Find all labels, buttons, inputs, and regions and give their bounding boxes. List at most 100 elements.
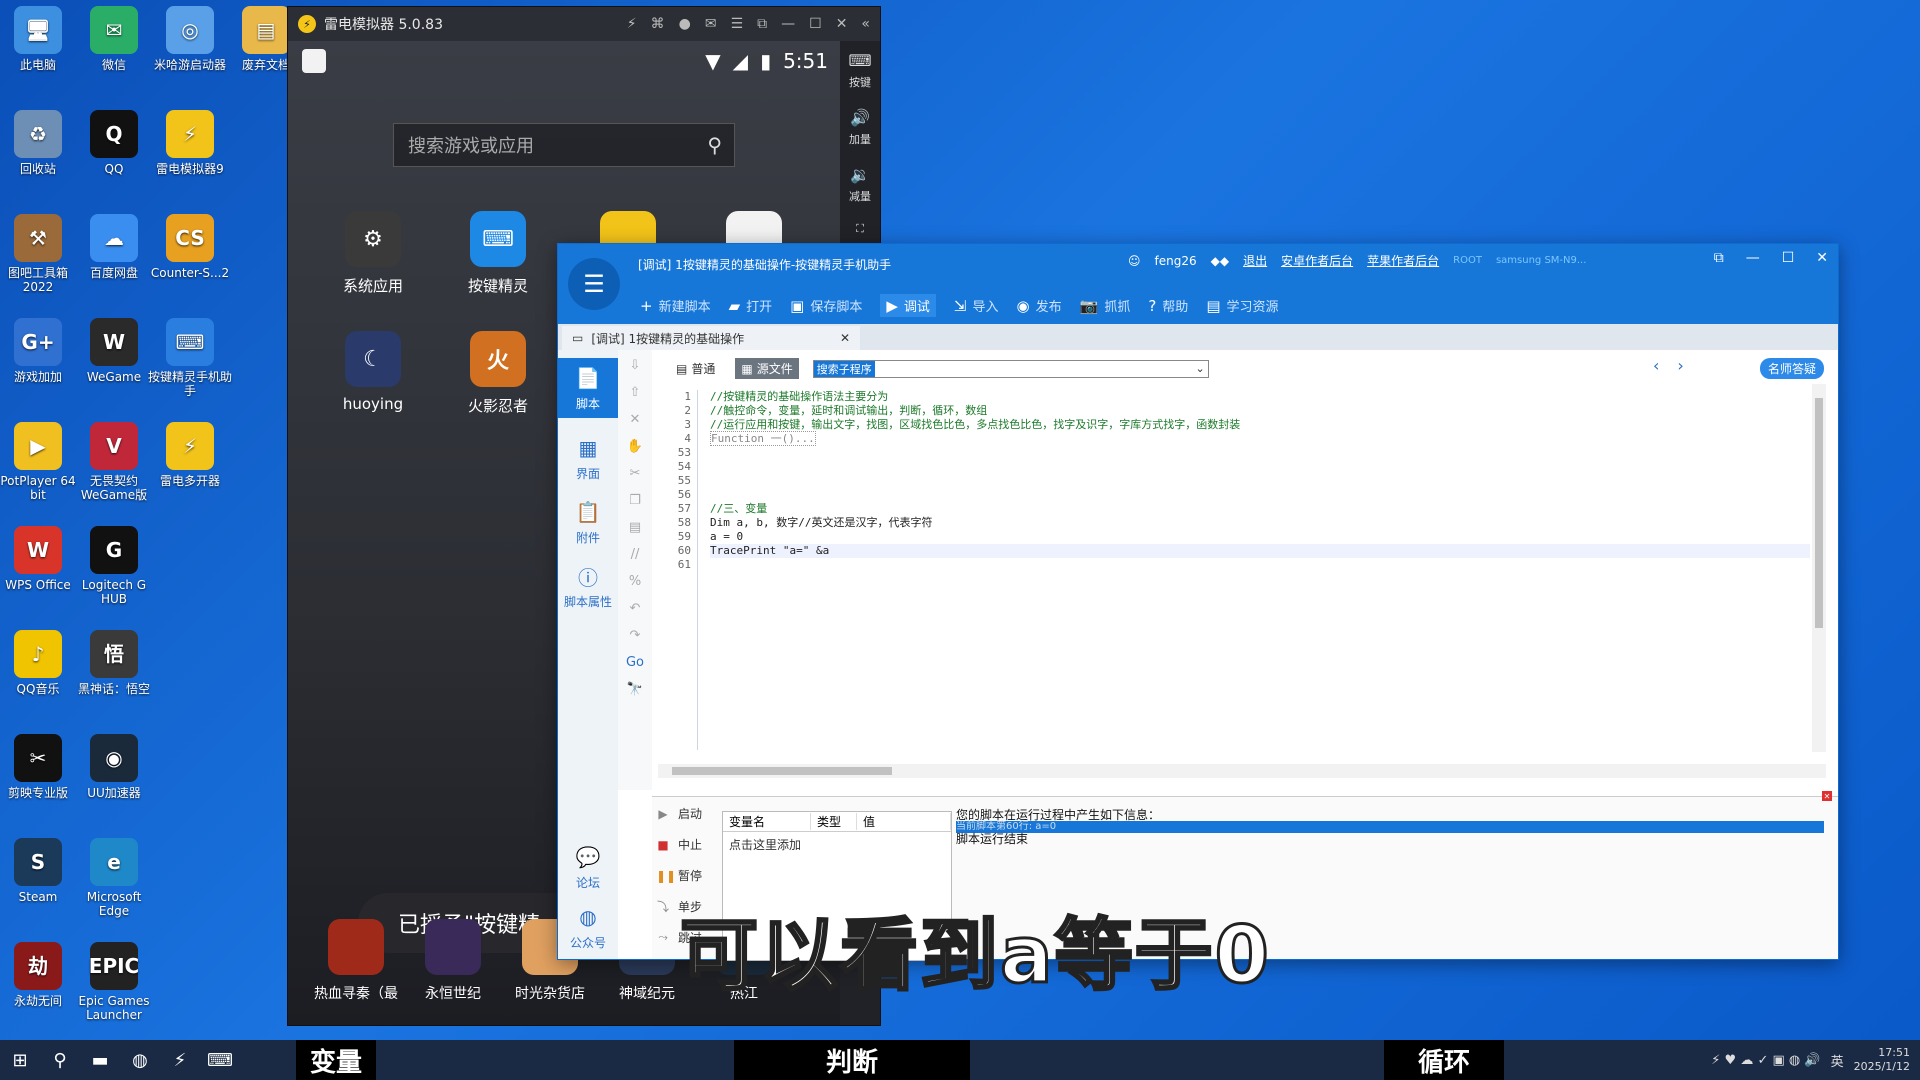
toolbar-button[interactable]: ▤ 学习资源 (1206, 296, 1278, 316)
desktop-icon[interactable]: W WeGame (72, 318, 156, 384)
toolbar-button[interactable]: ? 帮助 (1148, 296, 1188, 316)
left-nav-item[interactable]: 💬 论坛 (570, 843, 606, 891)
android-app-icon[interactable]: ☾ huoying (323, 331, 423, 413)
toolbar-button[interactable]: 📷 抓抓 (1080, 296, 1131, 316)
search-icon[interactable]: ⚲ (707, 133, 722, 157)
copy-icon[interactable]: ❐ (629, 493, 641, 508)
code-line[interactable]: //按键精灵的基础操作语法主要分为 (710, 390, 1810, 404)
desktop-icon[interactable]: ✉ 微信 (72, 6, 156, 72)
desktop-icon[interactable]: ☁ 百度网盘 (72, 214, 156, 280)
desktop-icon[interactable]: ◎ 米哈游启动器 (148, 6, 232, 72)
arrow-down-icon[interactable]: ⇩ (630, 358, 641, 373)
code-line[interactable]: //三、变量 (710, 502, 1810, 516)
paste-icon[interactable]: ▤ (629, 520, 641, 535)
forward-icon[interactable]: › (1677, 356, 1683, 375)
desktop-icon[interactable]: ⚡ 雷电模拟器9 (148, 110, 232, 176)
desktop-icon[interactable]: CS Counter-S...2 (148, 214, 232, 280)
start-icon[interactable]: ⊞ (0, 1040, 40, 1080)
code-line[interactable]: Function 一()... (710, 431, 1810, 446)
add-variable-row[interactable]: 点击这里添加 (723, 832, 951, 857)
desktop-icon[interactable]: V 无畏契约WeGame版 (72, 422, 156, 502)
desktop-icon[interactable]: EPIC Epic Games Launcher (72, 942, 156, 1022)
cut-icon[interactable]: ✂ (630, 466, 641, 481)
file-explorer-icon[interactable]: ▬ (80, 1040, 120, 1080)
emulator-taskbar-icon[interactable]: ⚡ (160, 1040, 200, 1080)
script-editor-taskbar-icon[interactable]: ⌨ (200, 1040, 240, 1080)
code-text[interactable]: //按键精灵的基础操作语法主要分为//触控命令，变量，延时和调试输出，判断，循环… (710, 390, 1810, 572)
menu-icon[interactable]: ☰ (731, 16, 744, 32)
restore-icon[interactable]: ⧉ (1714, 250, 1724, 266)
desktop-icon[interactable]: ⚡ 雷电多开器 (148, 422, 232, 488)
emulator-titlebar[interactable]: ⚡ 雷电模拟器 5.0.83 ⚡ ⌘ ● ✉ ☰ ⧉ — ☐ ✕ « (288, 7, 880, 41)
toolbar-button[interactable]: + 新建脚本 (640, 296, 711, 316)
debug-button[interactable]: ■ 中止 (656, 836, 702, 853)
redo-icon[interactable]: ↷ (630, 628, 641, 643)
desktop-icon[interactable]: G+ 游戏加加 (0, 318, 80, 384)
left-nav-item[interactable]: ◍ 公众号 (570, 903, 606, 951)
device-select[interactable]: samsung SM-N9... (1496, 255, 1586, 266)
maximize-icon[interactable]: ☐ (1782, 250, 1795, 266)
left-nav-item[interactable]: 📋 附件 (573, 498, 603, 546)
desktop-icon[interactable]: ▶ PotPlayer 64 bit (0, 422, 80, 502)
goto-icon[interactable]: Go (626, 655, 644, 670)
dock-app[interactable]: 热血寻秦（最 (308, 919, 404, 1003)
toolbar-button[interactable]: ▣ 保存脚本 (790, 296, 862, 316)
toolbar-button[interactable]: ◉ 发布 (1017, 296, 1062, 316)
close-tab-icon[interactable]: ✕ (840, 331, 850, 345)
undo-icon[interactable]: ↶ (630, 601, 641, 616)
code-line[interactable] (710, 460, 1810, 474)
restore-icon[interactable]: ⧉ (757, 16, 767, 32)
subroutine-search-select[interactable]: 搜索子程序 ⌄ (812, 359, 1209, 378)
arrow-up-icon[interactable]: ⇧ (630, 385, 641, 400)
mail-icon[interactable]: ✉ (705, 16, 717, 32)
desktop-icon[interactable]: 🖥 此电脑 (0, 6, 80, 72)
hand-icon[interactable]: ✋ (627, 439, 643, 454)
code-line[interactable]: TracePrint "a=" &a (710, 544, 1810, 558)
code-line[interactable] (710, 474, 1810, 488)
left-nav-item[interactable]: ⓘ 脚本属性 (564, 562, 612, 610)
collapse-icon[interactable]: « (861, 16, 870, 32)
taskbar-clock[interactable]: 17:51 2025/1/12 (1854, 1046, 1910, 1074)
close-icon[interactable]: ✕ (1816, 250, 1828, 266)
code-line[interactable]: a = 0 (710, 530, 1810, 544)
toolbar-button[interactable]: ▰ 打开 (729, 296, 773, 316)
left-nav-item[interactable]: ▦ 界面 (573, 434, 603, 482)
desktop-icon[interactable]: ♪ QQ音乐 (0, 630, 80, 696)
output-highlight-line[interactable]: 当前脚本第60行: a=0 (956, 821, 1824, 833)
code-line[interactable]: //触控命令，变量，延时和调试输出，判断，循环，数组 (710, 404, 1810, 418)
desktop-icon[interactable]: e Microsoft Edge (72, 838, 156, 918)
android-author-link[interactable]: 安卓作者后台 (1281, 252, 1353, 269)
fullscreen-icon[interactable]: ⛶ (856, 222, 864, 236)
horizontal-scrollbar[interactable] (658, 764, 1826, 778)
desktop-icon[interactable]: ✂ 剪映专业版 (0, 734, 80, 800)
search-icon[interactable]: ⚲ (40, 1040, 80, 1080)
desktop-icon[interactable]: 劫永劫无间 (0, 942, 80, 1008)
desktop-icon[interactable]: G Logitech G HUB (72, 526, 156, 606)
android-app-icon[interactable]: 火火影忍者 (448, 331, 548, 416)
emulator-side-button[interactable]: ⌨ 按键 (848, 51, 871, 90)
code-line[interactable]: //运行应用和按键，输出文字，找图，区域找色比色，多点找色比色，找字及识字，字库… (710, 418, 1810, 432)
edge-icon[interactable]: ◍ (120, 1040, 160, 1080)
logout-link[interactable]: 退出 (1243, 252, 1267, 269)
desktop-icon[interactable]: W WPS Office (0, 526, 80, 592)
keyboard-icon[interactable]: ⚡ (627, 16, 637, 32)
scroll-thumb[interactable] (1815, 398, 1823, 628)
close-icon[interactable]: ✕ (836, 16, 848, 32)
main-menu-button[interactable]: ☰ (568, 258, 620, 310)
android-app-icon[interactable]: ⌨ 按键精灵 (448, 211, 548, 296)
ask-teacher-button[interactable]: 名师答疑 (1759, 358, 1824, 379)
tray-icons[interactable]: ⚡ ♥ ☁ ✓ ▣ ◍ 🔊 (1711, 1053, 1820, 1068)
tab-script[interactable]: ▭ [调试] 1按键精灵的基础操作 ✕ (562, 326, 860, 350)
user-icon[interactable]: ● (679, 16, 691, 32)
desktop-icon[interactable]: S Steam (0, 838, 80, 904)
desktop-icon[interactable]: 悟黑神话：悟空 (72, 630, 156, 696)
emulator-side-button[interactable]: 🔉 减量 (849, 165, 871, 204)
comment-icon[interactable]: // (631, 547, 640, 562)
app-search-input[interactable]: 搜索游戏或应用 ⚲ (393, 123, 735, 167)
scroll-thumb[interactable] (672, 767, 892, 775)
debug-button[interactable]: ❚❚ 暂停 (656, 867, 702, 884)
gamepad-icon[interactable]: ⌘ (651, 16, 665, 32)
code-line[interactable] (710, 558, 1810, 572)
minimize-icon[interactable]: — (781, 16, 795, 32)
apple-author-link[interactable]: 苹果作者后台 (1367, 252, 1439, 269)
